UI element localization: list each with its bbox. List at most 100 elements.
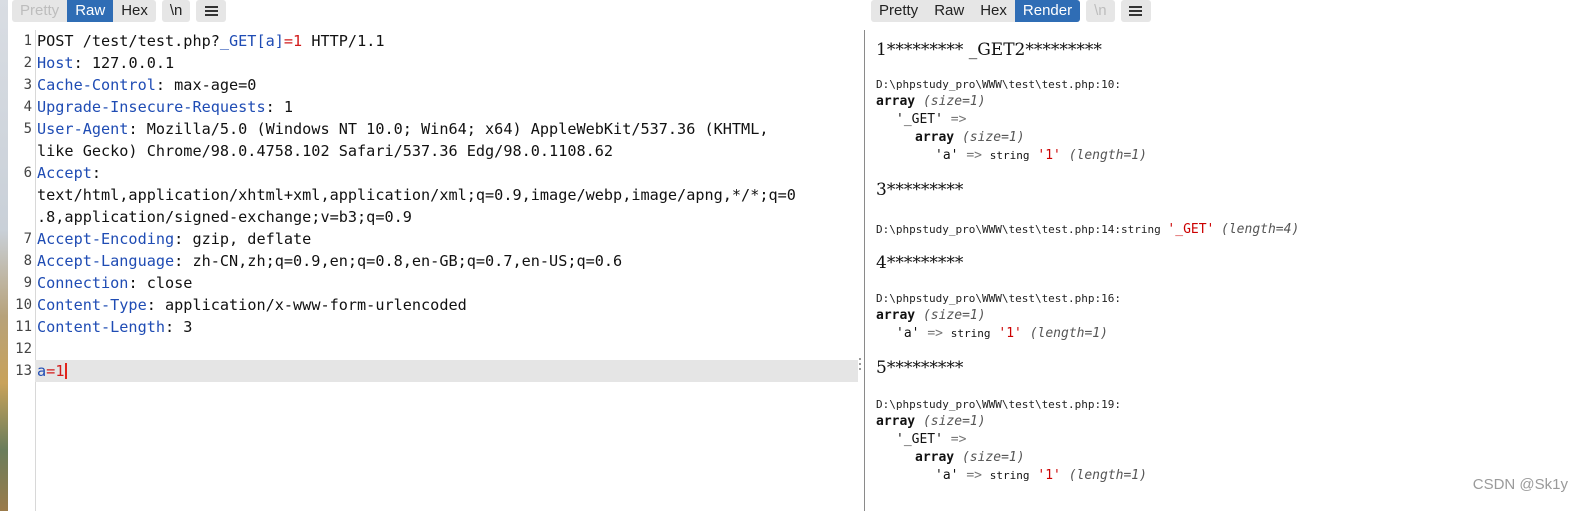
dump-arrow: => bbox=[927, 326, 943, 341]
newline-toggle-button[interactable]: \n bbox=[1086, 0, 1115, 22]
tab-hex[interactable]: Hex bbox=[113, 0, 156, 22]
dump-length: (length=1) bbox=[1068, 468, 1147, 483]
header-value-continued: like Gecko) Chrome/98.0.4758.102 Safari/… bbox=[37, 142, 614, 160]
editor-line-wrap: text/html,application/xhtml+xml,applicat… bbox=[8, 184, 858, 206]
request-body[interactable]: a=1 bbox=[37, 360, 68, 382]
header-content-type: Content-Type: application/x-www-form-url… bbox=[37, 294, 467, 316]
tab-raw[interactable]: Raw bbox=[926, 0, 972, 22]
dump-type: string bbox=[989, 469, 1030, 482]
line-number: 4 bbox=[23, 99, 32, 115]
header-value: : max-age=0 bbox=[155, 76, 257, 94]
tab-pretty[interactable]: Pretty bbox=[12, 0, 67, 22]
editor-line: 7 Accept-Encoding: gzip, deflate bbox=[8, 228, 858, 250]
dump-type: string bbox=[950, 327, 991, 340]
editor-line: 9 Connection: close bbox=[8, 272, 858, 294]
line-number: 13 bbox=[15, 363, 32, 379]
header-value: : zh-CN,zh;q=0.9,en;q=0.8,en-GB;q=0.7,en… bbox=[174, 252, 623, 270]
line-number: 1 bbox=[23, 33, 32, 49]
header-key: Upgrade-Insecure-Requests bbox=[37, 98, 266, 116]
editor-line-wrap: like Gecko) Chrome/98.0.4758.102 Safari/… bbox=[8, 140, 858, 162]
dump-size: (size=1) bbox=[922, 94, 986, 109]
header-key: Accept-Language bbox=[37, 252, 175, 270]
editor-line: 10 Content-Type: application/x-www-form-… bbox=[8, 294, 858, 316]
dump-arrow: => bbox=[950, 432, 967, 447]
editor-line-wrap: .8,application/signed-exchange;v=b3;q=0.… bbox=[8, 206, 858, 228]
line-number: 5 bbox=[23, 121, 32, 137]
header-cache-control: Cache-Control: max-age=0 bbox=[37, 74, 256, 96]
hamburger-menu-icon[interactable] bbox=[1120, 0, 1151, 22]
header-value: : 3 bbox=[165, 318, 193, 336]
render-dump-line: 'a' => string '1' (length=1) bbox=[935, 468, 1147, 483]
dump-size: (size=1) bbox=[961, 130, 1025, 145]
line-number: 8 bbox=[23, 253, 32, 269]
header-value: : gzip, deflate bbox=[174, 230, 312, 248]
render-heading-3: 3********* bbox=[876, 180, 964, 200]
render-path-3: D:\phpstudy_pro\WWW\test\test.php:14: bbox=[876, 223, 1122, 236]
dump-key: 'a' bbox=[935, 468, 959, 483]
response-view-tabs: Pretty Raw Hex Render bbox=[871, 0, 1081, 22]
render-dump-line: '_GET' => bbox=[896, 112, 966, 127]
text-caret bbox=[65, 363, 68, 379]
header-accept-encoding: Accept-Encoding: gzip, deflate bbox=[37, 228, 311, 250]
http-version: HTTP/1.1 bbox=[302, 32, 385, 50]
newline-toggle-button[interactable]: \n bbox=[161, 0, 191, 22]
dump-arrow: => bbox=[966, 148, 982, 163]
header-value: : application/x-www-form-urlencoded bbox=[146, 296, 467, 314]
param-name: _GET[a] bbox=[219, 32, 284, 50]
editor-line: 2 Host: 127.0.0.1 bbox=[8, 52, 858, 74]
dump-type: array bbox=[876, 94, 916, 109]
dump-type: array bbox=[915, 130, 955, 145]
render-heading-5: 5********* bbox=[876, 358, 964, 378]
request-editor[interactable]: 1 POST /test/test.php?_GET[a]=1 HTTP/1.1… bbox=[8, 30, 858, 511]
header-key: Cache-Control bbox=[37, 76, 156, 94]
render-heading-1: 1********* _GET2********* bbox=[876, 40, 1102, 60]
render-path-5: D:\phpstudy_pro\WWW\test\test.php:19: bbox=[876, 398, 1122, 411]
render-dump-line: array (size=1) bbox=[915, 130, 1025, 145]
line-number: 2 bbox=[23, 55, 32, 71]
header-key: User-Agent bbox=[37, 120, 129, 138]
render-path-1: D:\phpstudy_pro\WWW\test\test.php:10: bbox=[876, 78, 1122, 91]
body-param-value: 1 bbox=[55, 362, 65, 380]
dump-type: string bbox=[989, 149, 1030, 162]
response-render-panel: 1********* _GET2********* D:\phpstudy_pr… bbox=[864, 30, 1596, 511]
method-path: POST /test/test.php? bbox=[37, 32, 220, 50]
render-path-4: D:\phpstudy_pro\WWW\test\test.php:16: bbox=[876, 292, 1122, 305]
dump-key: '_GET' bbox=[896, 112, 943, 127]
header-host: Host: 127.0.0.1 bbox=[37, 52, 174, 74]
request-view-tabs: Pretty Raw Hex bbox=[12, 0, 156, 22]
editor-line: 12 bbox=[8, 338, 858, 360]
render-heading-4: 4********* bbox=[876, 253, 964, 273]
editor-line: 5 User-Agent: Mozilla/5.0 (Windows NT 10… bbox=[8, 118, 858, 140]
tab-pretty[interactable]: Pretty bbox=[871, 0, 926, 22]
editor-line: 13 a=1 bbox=[8, 360, 858, 382]
hamburger-menu-icon[interactable] bbox=[196, 0, 227, 22]
dump-arrow: => bbox=[950, 112, 967, 127]
dump-value: '1' bbox=[1037, 468, 1061, 483]
render-dump-line: array (size=1) bbox=[876, 414, 986, 429]
dump-value: '_GET' bbox=[1167, 222, 1215, 237]
dump-value: '1' bbox=[998, 326, 1022, 341]
header-key: Accept-Encoding bbox=[37, 230, 175, 248]
tab-raw[interactable]: Raw bbox=[67, 0, 114, 22]
tab-render[interactable]: Render bbox=[1014, 0, 1081, 22]
header-value: : 1 bbox=[265, 98, 294, 116]
param-value: 1 bbox=[293, 32, 303, 50]
header-value-continued: text/html,application/xhtml+xml,applicat… bbox=[37, 186, 796, 204]
dump-arrow: => bbox=[966, 468, 982, 483]
dump-type: array bbox=[876, 414, 916, 429]
header-content-length: Content-Length: 3 bbox=[37, 316, 192, 338]
desktop-background-sliver bbox=[0, 0, 8, 511]
pane-splitter-handle[interactable] bbox=[858, 355, 862, 375]
header-value: : 127.0.0.1 bbox=[73, 54, 175, 72]
watermark: CSDN @Sk1y bbox=[1472, 476, 1568, 493]
editor-line: 6 Accept: bbox=[8, 162, 858, 184]
tab-hex[interactable]: Hex bbox=[972, 0, 1015, 22]
dump-type: array bbox=[915, 450, 955, 465]
render-dump-line: 'a' => string '1' (length=1) bbox=[896, 326, 1108, 341]
editor-line: 1 POST /test/test.php?_GET[a]=1 HTTP/1.1 bbox=[8, 30, 858, 52]
line-number: 12 bbox=[15, 341, 32, 357]
request-line: POST /test/test.php?_GET[a]=1 HTTP/1.1 bbox=[37, 30, 385, 52]
editor-line: 4 Upgrade-Insecure-Requests: 1 bbox=[8, 96, 858, 118]
header-key: Host bbox=[37, 54, 74, 72]
header-value: : Mozilla/5.0 (Windows NT 10.0; Win64; x… bbox=[128, 120, 769, 138]
